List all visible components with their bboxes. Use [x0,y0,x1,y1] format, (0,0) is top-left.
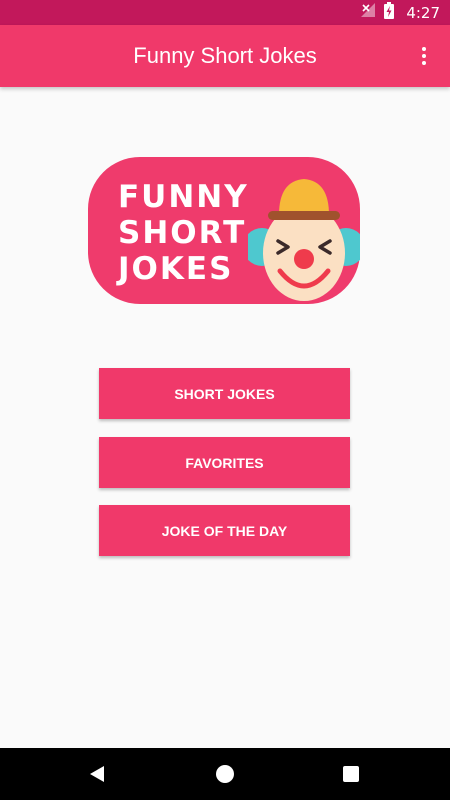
logo-line-1: FUNNY [118,179,249,215]
no-signal-icon [360,2,376,23]
back-icon[interactable] [88,765,106,783]
logo-text: FUNNY SHORT JOKES [118,179,249,287]
favorites-button[interactable]: FAVORITES [99,437,350,488]
logo-line-3: JOKES [118,251,234,287]
battery-charging-icon [384,1,395,24]
recents-icon[interactable] [343,766,359,782]
navigation-bar [0,748,450,800]
status-time: 4:27 [406,3,440,22]
joke-of-the-day-button[interactable]: JOKE OF THE DAY [99,505,350,556]
logo-line-2: SHORT [118,215,247,251]
app-title: Funny Short Jokes [133,43,317,68]
home-icon[interactable] [216,765,234,783]
status-bar: 4:27 [0,0,450,25]
clown-face-icon [248,179,360,301]
app-logo: FUNNY SHORT JOKES [88,157,360,304]
short-jokes-button[interactable]: SHORT JOKES [99,368,350,419]
app-bar: Funny Short Jokes [0,25,450,87]
more-vertical-icon[interactable] [408,40,440,72]
